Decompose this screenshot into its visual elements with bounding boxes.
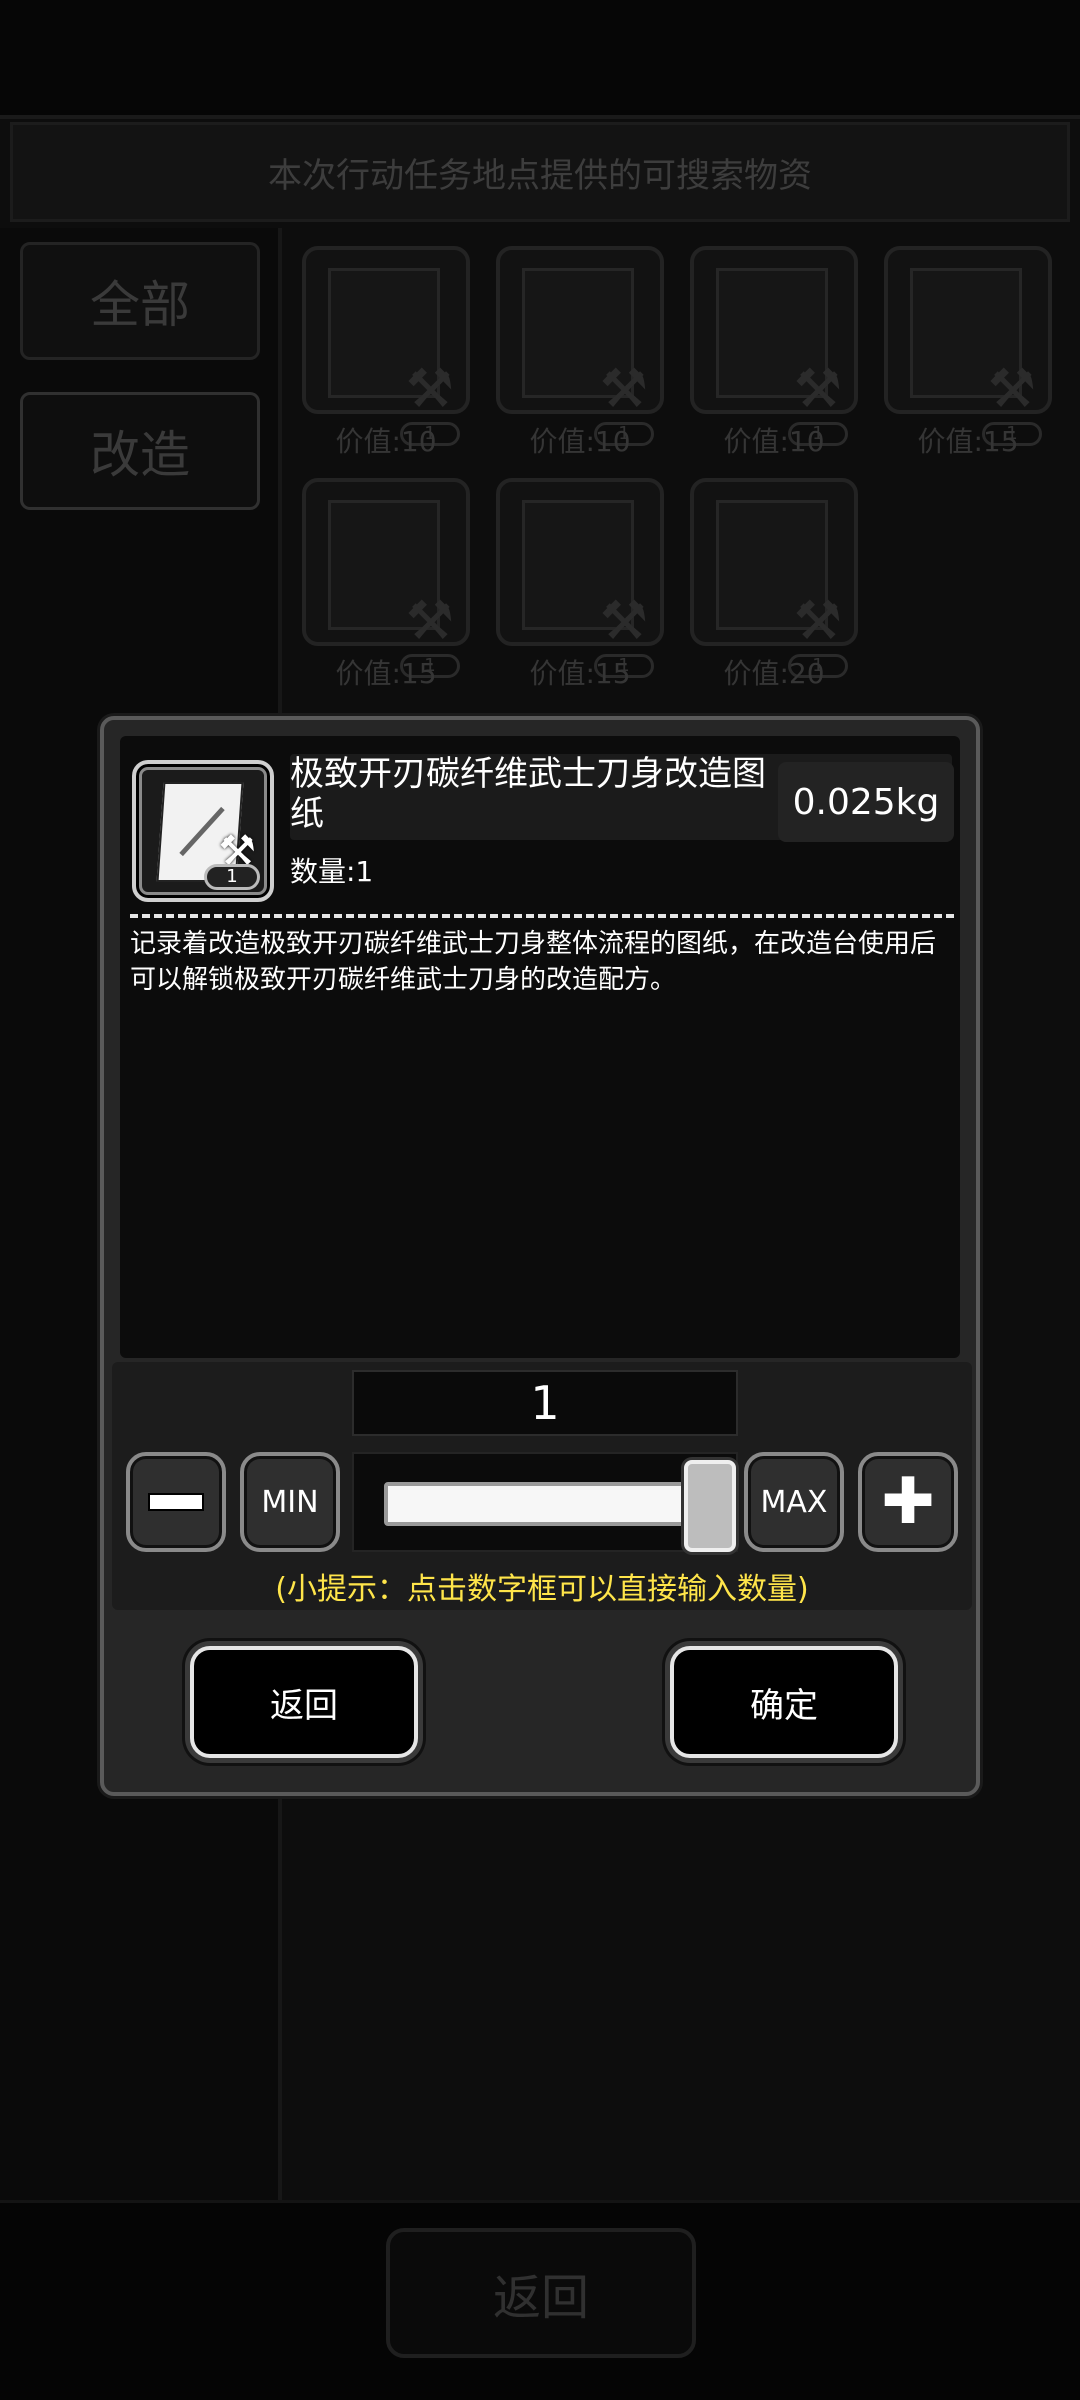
hint-text: (小提示：点击数字框可以直接输入数量) bbox=[275, 1572, 809, 1607]
category-tab-all[interactable]: 全部 bbox=[20, 242, 260, 360]
max-button[interactable]: MAX bbox=[744, 1452, 844, 1552]
minus-icon bbox=[148, 1493, 204, 1511]
grid-item[interactable]: ⚒ 1 价值:15 bbox=[878, 240, 1058, 460]
item-price: 价值:15 bbox=[335, 657, 437, 690]
blueprint-icon: ⚒ 1 bbox=[132, 760, 274, 902]
item-price: 价值:20 bbox=[723, 657, 825, 690]
hammer-wrench-icon: ⚒ bbox=[987, 357, 1036, 420]
quantity-input[interactable]: 1 bbox=[352, 1370, 738, 1436]
confirm-button[interactable]: 确定 bbox=[670, 1646, 898, 1758]
item-info-panel: ⚒ 1 极致开刃碳纤维武士刀身改造图纸 0.025kg 数量:1 记录着改造极致… bbox=[120, 736, 960, 1358]
quantity-slider[interactable] bbox=[352, 1452, 738, 1552]
grid-item[interactable]: ⚒ 1 价值:10 bbox=[296, 240, 476, 460]
item-description: 记录着改造极致开刃碳纤维武士刀身整体流程的图纸，在改造台使用后可以解锁极致开刃碳… bbox=[130, 929, 937, 995]
slider-handle[interactable] bbox=[684, 1460, 736, 1552]
item-price: 价值:10 bbox=[529, 425, 631, 458]
background-back-button[interactable]: 返回 bbox=[386, 2228, 696, 2358]
item-price: 价值:10 bbox=[335, 425, 437, 458]
increment-button[interactable]: ✚ bbox=[858, 1452, 958, 1552]
item-price: 价值:15 bbox=[917, 425, 1019, 458]
grid-item[interactable]: ⚒ 1 价值:15 bbox=[490, 472, 670, 692]
category-tab-modify[interactable]: 改造 bbox=[20, 392, 260, 510]
grid-item[interactable]: ⚒ 1 价值:10 bbox=[684, 240, 864, 460]
grid-item[interactable]: ⚒ 1 价值:20 bbox=[684, 472, 864, 692]
item-weight: 0.025kg bbox=[778, 762, 954, 842]
decrement-button[interactable] bbox=[126, 1452, 226, 1552]
item-price: 价值:15 bbox=[529, 657, 631, 690]
grid-item[interactable]: ⚒ 1 价值:10 bbox=[490, 240, 670, 460]
hammer-wrench-icon: ⚒ bbox=[405, 589, 454, 652]
quantity-selector: 1 MIN MAX ✚ (小提示：点击数字框可以直接输入数量) bbox=[112, 1362, 972, 1610]
item-count-badge: 1 bbox=[204, 864, 260, 890]
hammer-wrench-icon: ⚒ bbox=[793, 357, 842, 420]
hammer-wrench-icon: ⚒ bbox=[405, 357, 454, 420]
hammer-wrench-icon: ⚒ bbox=[599, 357, 648, 420]
item-title: 极致开刃碳纤维武士刀身改造图纸 bbox=[290, 754, 766, 834]
hammer-wrench-icon: ⚒ bbox=[793, 589, 842, 652]
grid-item[interactable]: ⚒ 1 价值:15 bbox=[296, 472, 476, 692]
item-price: 价值:10 bbox=[723, 425, 825, 458]
background-header: 本次行动任务地点提供的可搜索物资 bbox=[10, 122, 1070, 222]
slider-fill bbox=[384, 1482, 690, 1526]
hammer-wrench-icon: ⚒ bbox=[599, 589, 648, 652]
item-detail-dialog: ⚒ 1 极致开刃碳纤维武士刀身改造图纸 0.025kg 数量:1 记录着改造极致… bbox=[100, 716, 980, 1796]
back-button[interactable]: 返回 bbox=[190, 1646, 418, 1758]
plus-icon: ✚ bbox=[881, 1465, 935, 1539]
item-quantity-label: 数量:1 bbox=[290, 855, 374, 888]
min-button[interactable]: MIN bbox=[240, 1452, 340, 1552]
divider bbox=[130, 914, 954, 918]
